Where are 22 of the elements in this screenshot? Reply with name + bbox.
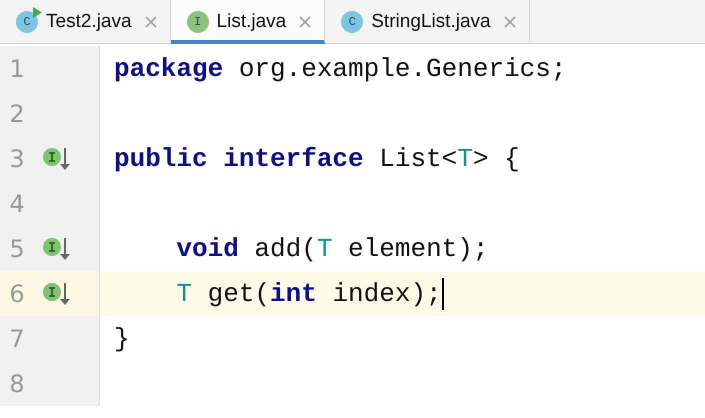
editor-tab[interactable]: C StringList.java [325, 0, 530, 44]
implemented-method-icon[interactable] [42, 280, 72, 306]
implemented-method-icon[interactable] [42, 236, 72, 262]
code-line: package org.example.Generics; [114, 54, 566, 84]
interface-icon: I [186, 10, 211, 34]
code-line: void add(T element); [176, 234, 488, 264]
line-number: 8 [8, 370, 26, 398]
code-line: T get(int index); [176, 278, 442, 308]
line-number: 7 [8, 324, 26, 352]
line-number: 2 [8, 100, 26, 128]
line-number: 6 [8, 280, 26, 308]
line-number: 1 [8, 54, 26, 82]
editor-tab[interactable]: I List.java [170, 0, 326, 44]
implemented-method-icon[interactable] [42, 146, 72, 172]
line-number: 3 [8, 144, 26, 172]
code-line: public interface List<T> { [114, 144, 520, 174]
class-icon: C [341, 10, 366, 34]
code-line: } [114, 324, 130, 354]
editor-tab[interactable]: C Test2.java [0, 0, 171, 44]
line-number: 4 [8, 190, 26, 218]
line-number: 5 [8, 234, 26, 262]
class-icon: C [16, 10, 40, 34]
